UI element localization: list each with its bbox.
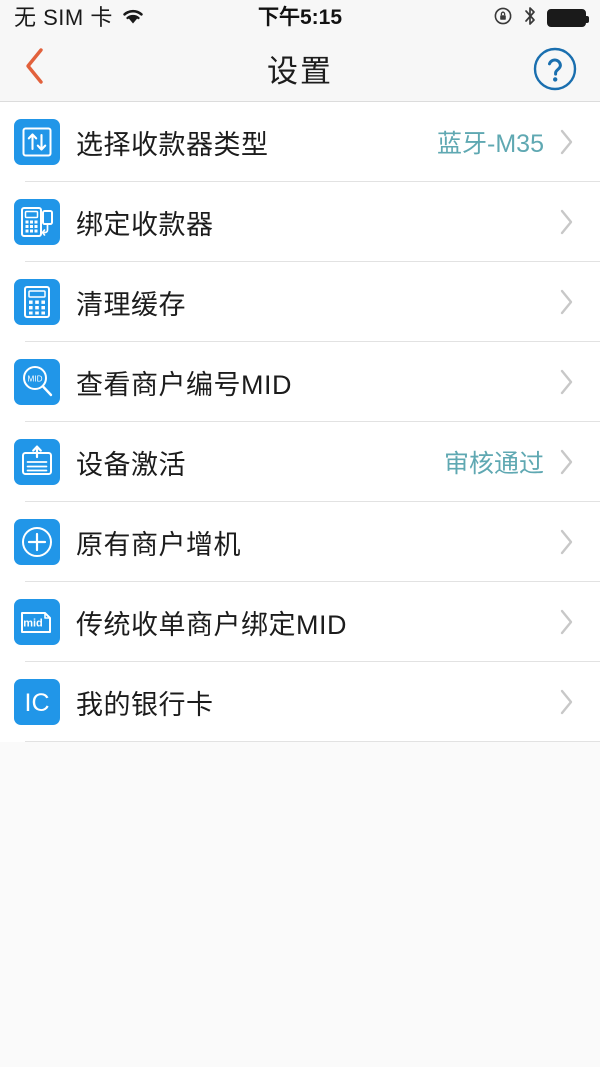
clock-label: 下午5:15 <box>257 6 343 29</box>
list-item-device-activation[interactable]: 设备激活 审核通过 <box>0 422 600 502</box>
plus-circle-icon <box>14 519 60 565</box>
list-item-value: 蓝牙-M35 <box>437 130 544 158</box>
list-item-view-merchant-mid[interactable]: MID 查看商户编号MID <box>0 342 600 422</box>
mid-card-icon: mid <box>14 599 60 645</box>
list-item-select-reader-type[interactable]: 选择收款器类型 蓝牙-M35 <box>0 102 600 182</box>
chevron-right-icon <box>556 367 578 397</box>
list-item-bind-reader[interactable]: 绑定收款器 <box>0 182 600 262</box>
list-item-label: 查看商户编号MID <box>76 369 292 400</box>
bluetooth-icon <box>523 5 537 32</box>
list-item-label: 选择收款器类型 <box>76 129 269 160</box>
settings-list: 选择收款器类型 蓝牙-M35 绑定收款器 清理缓存 MID 查看商户编号MID … <box>0 102 600 742</box>
list-item-value: 审核通过 <box>443 450 544 478</box>
app-screen: 无 SIM 卡 下午5:15 设置 选择收款器类型 蓝牙-M35 绑定收款器 清… <box>0 0 600 1067</box>
chevron-right-icon <box>556 687 578 717</box>
svg-text:MID: MID <box>27 375 42 384</box>
navigation-bar: 设置 <box>0 36 600 102</box>
pos-terminal-link-icon <box>14 199 60 245</box>
document-upload-icon <box>14 439 60 485</box>
chevron-right-icon <box>556 287 578 317</box>
battery-full-icon <box>547 9 589 27</box>
chevron-right-icon <box>556 607 578 637</box>
chevron-right-icon <box>556 527 578 557</box>
list-item-clear-cache[interactable]: 清理缓存 <box>0 262 600 342</box>
list-item-label: 我的银行卡 <box>76 689 214 720</box>
calculator-icon <box>14 279 60 325</box>
rotation-lock-icon <box>493 6 513 31</box>
magnifier-mid-icon: MID <box>14 359 60 405</box>
help-button[interactable] <box>532 46 578 92</box>
list-item-label: 原有商户增机 <box>76 529 241 560</box>
page-title: 设置 <box>267 54 333 89</box>
empty-area <box>0 742 600 1067</box>
svg-text:mid: mid <box>23 618 43 630</box>
chevron-right-icon <box>556 207 578 237</box>
chevron-right-icon <box>556 447 578 477</box>
list-item-legacy-merchant-bind-mid[interactable]: mid 传统收单商户绑定MID <box>0 582 600 662</box>
ic-card-icon: IC <box>14 679 60 725</box>
back-button[interactable] <box>22 47 66 91</box>
list-item-my-bank-card[interactable]: IC 我的银行卡 <box>0 662 600 742</box>
status-bar-right <box>493 5 589 32</box>
question-mark-circle-icon <box>532 47 578 96</box>
chevron-right-icon <box>556 127 578 157</box>
svg-text:IC: IC <box>25 689 50 717</box>
list-item-add-device-existing-merchant[interactable]: 原有商户增机 <box>0 502 600 582</box>
list-item-label: 清理缓存 <box>76 289 186 320</box>
arrows-up-down-square-icon <box>14 119 60 165</box>
status-bar: 无 SIM 卡 下午5:15 <box>0 0 600 36</box>
carrier-label: 无 SIM 卡 <box>14 5 113 30</box>
chevron-left-icon <box>22 45 48 92</box>
list-item-label: 设备激活 <box>76 449 186 480</box>
status-bar-left: 无 SIM 卡 <box>14 6 146 31</box>
list-item-label: 传统收单商户绑定MID <box>76 609 347 640</box>
list-item-label: 绑定收款器 <box>76 209 214 240</box>
wifi-icon <box>120 6 146 31</box>
